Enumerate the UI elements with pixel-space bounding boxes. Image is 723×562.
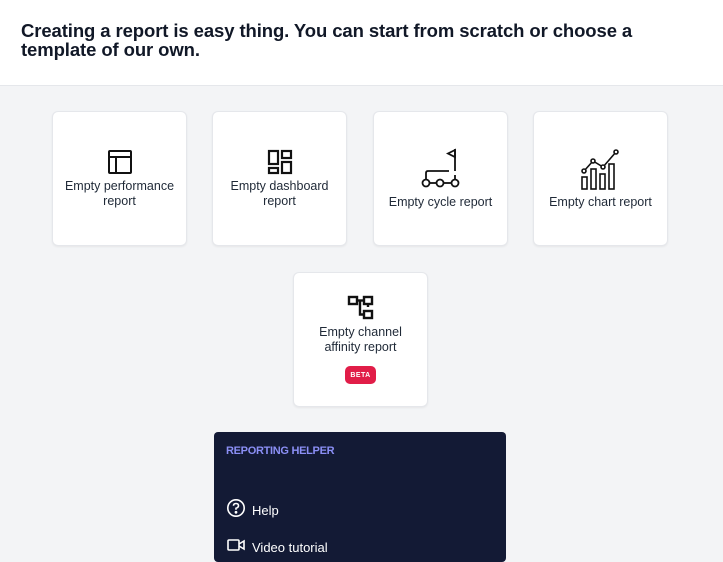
- video-tutorial-label: Video tutorial: [252, 540, 328, 555]
- help-link[interactable]: Help: [226, 498, 279, 523]
- empty-chart-report-card[interactable]: Empty chart report: [533, 111, 668, 246]
- hierarchy-icon: [347, 295, 375, 321]
- reporting-helper-panel: REPORTING HELPER Help Video tutorial: [214, 432, 506, 562]
- card-label: Empty channel affinity report: [319, 325, 402, 354]
- card-label: Empty cycle report: [388, 195, 493, 209]
- chart-icon: [579, 147, 623, 191]
- card-label: Empty chart report: [549, 195, 652, 209]
- page-header: Creating a report is easy thing. You can…: [0, 0, 723, 86]
- video-camera-icon: [226, 536, 246, 559]
- card-label: Empty performance report: [64, 178, 175, 208]
- helper-title: REPORTING HELPER: [226, 445, 335, 457]
- cycle-flag-icon: [419, 147, 463, 191]
- table-layout-icon: [107, 149, 133, 175]
- empty-channel-affinity-report-card[interactable]: Empty channel affinity report BETA: [293, 272, 428, 407]
- question-circle-icon: [226, 498, 246, 523]
- empty-dashboard-report-card[interactable]: Empty dashboard report: [212, 111, 347, 246]
- dashboard-icon: [267, 149, 293, 175]
- empty-performance-report-card[interactable]: Empty performance report: [52, 111, 187, 246]
- page-title: Creating a report is easy thing. You can…: [21, 20, 633, 60]
- card-label: Empty dashboard report: [230, 178, 329, 208]
- help-label: Help: [252, 503, 279, 518]
- empty-cycle-report-card[interactable]: Empty cycle report: [373, 111, 508, 246]
- beta-badge: BETA: [345, 366, 376, 384]
- video-tutorial-link[interactable]: Video tutorial: [226, 536, 328, 559]
